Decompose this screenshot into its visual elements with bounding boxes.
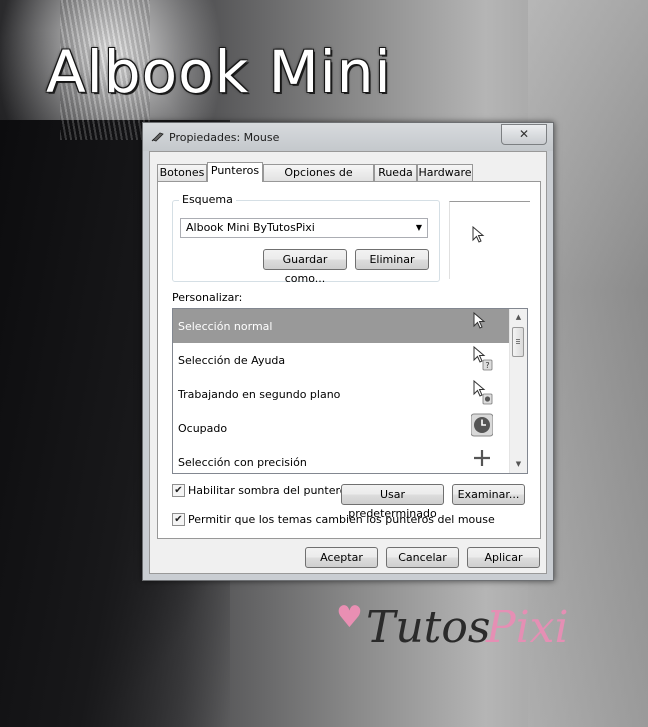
mouse-properties-window: Propiedades: Mouse ✕ Botones Punteros Op… [142,122,554,581]
preview-arrow-cursor-icon [472,226,485,243]
scheme-group-label: Esquema [179,193,236,206]
watermark-text-part1: Tutos [366,602,491,653]
list-item-label: Trabajando en segundo plano [178,388,341,401]
watermark-text-part2: Pixi [486,602,569,653]
arrow-cursor-icon [473,311,486,329]
list-item-seleccion-normal[interactable]: Selección normal [173,309,509,343]
dropdown-arrow-icon: ▼ [415,223,422,232]
cancel-button[interactable]: Cancelar [386,547,459,568]
list-item-seleccion-con-precision[interactable]: Selección con precisión [173,445,509,473]
close-icon: ✕ [518,127,530,141]
help-cursor-icon: ? [473,345,493,371]
tab-punteros[interactable]: Punteros [207,162,263,182]
list-item-label: Selección con precisión [178,456,307,469]
tab-opciones-de-puntero[interactable]: Opciones de puntero [263,164,374,194]
themes-checkbox[interactable]: ✔ [172,513,185,526]
title-bar[interactable]: Propiedades: Mouse ✕ [143,123,553,151]
list-item-label: Selección de Ayuda [178,354,286,367]
grip-icon [516,339,520,345]
shadow-checkbox[interactable]: ✔ [172,484,185,497]
list-item-label: Ocupado [178,422,228,435]
tab-hardware[interactable]: Hardware [417,164,473,181]
tab-rueda[interactable]: Rueda [374,164,417,181]
customize-label: Personalizar: [172,291,243,304]
mouse-app-icon [151,131,165,146]
list-item-trabajando[interactable]: Trabajando en segundo plano [173,377,509,411]
apply-button[interactable]: Aplicar [467,547,540,568]
dialog-client-area: Botones Punteros Opciones de puntero Rue… [149,151,547,574]
list-item-ocupado[interactable]: Ocupado [173,411,509,445]
window-title: Propiedades: Mouse [169,131,280,144]
ok-button[interactable]: Aceptar [305,547,378,568]
punteros-panel: Esquema Albook Mini ByTutosPixi ▼ Guarda… [157,181,541,539]
scroll-down-icon[interactable]: ▼ [510,456,527,473]
list-item-seleccion-de-ayuda[interactable]: Selección de Ayuda ? [173,343,509,377]
heart-icon: ♥ [336,600,363,635]
cursor-list[interactable]: Selección normal Selección de Ayuda ? Tr… [172,308,528,474]
list-item-label: Selección normal [178,320,273,333]
delete-button[interactable]: Eliminar [355,249,429,270]
checkmark-icon: ✔ [174,485,183,496]
scheme-dropdown[interactable]: Albook Mini ByTutosPixi ▼ [180,218,428,238]
scheme-group: Esquema Albook Mini ByTutosPixi ▼ Guarda… [172,193,440,285]
crosshair-icon [474,450,490,466]
close-button[interactable]: ✕ [501,124,547,145]
scheme-selected-value: Albook Mini ByTutosPixi [186,221,315,234]
list-scrollbar[interactable]: ▲ ▼ [509,309,527,473]
background-title-text: Albook Mini [46,38,392,106]
themes-label: Permitir que los temas cambien los punte… [188,513,495,526]
busy-clock-icon [471,413,493,437]
save-as-button[interactable]: Guardar como... [263,249,347,285]
watermark: ♥ Tutos Pixi [336,598,596,668]
checkmark-icon: ✔ [174,514,183,525]
scroll-up-icon[interactable]: ▲ [510,309,527,326]
cursor-preview [449,201,530,279]
use-default-button[interactable]: Usar predeterminado [341,484,444,520]
scroll-thumb[interactable] [512,327,524,357]
working-cursor-icon [473,379,493,405]
browse-button[interactable]: Examinar... [452,484,525,505]
svg-text:?: ? [485,361,489,370]
tab-botones[interactable]: Botones [157,164,207,181]
shadow-label: Habilitar sombra del puntero [188,484,347,497]
